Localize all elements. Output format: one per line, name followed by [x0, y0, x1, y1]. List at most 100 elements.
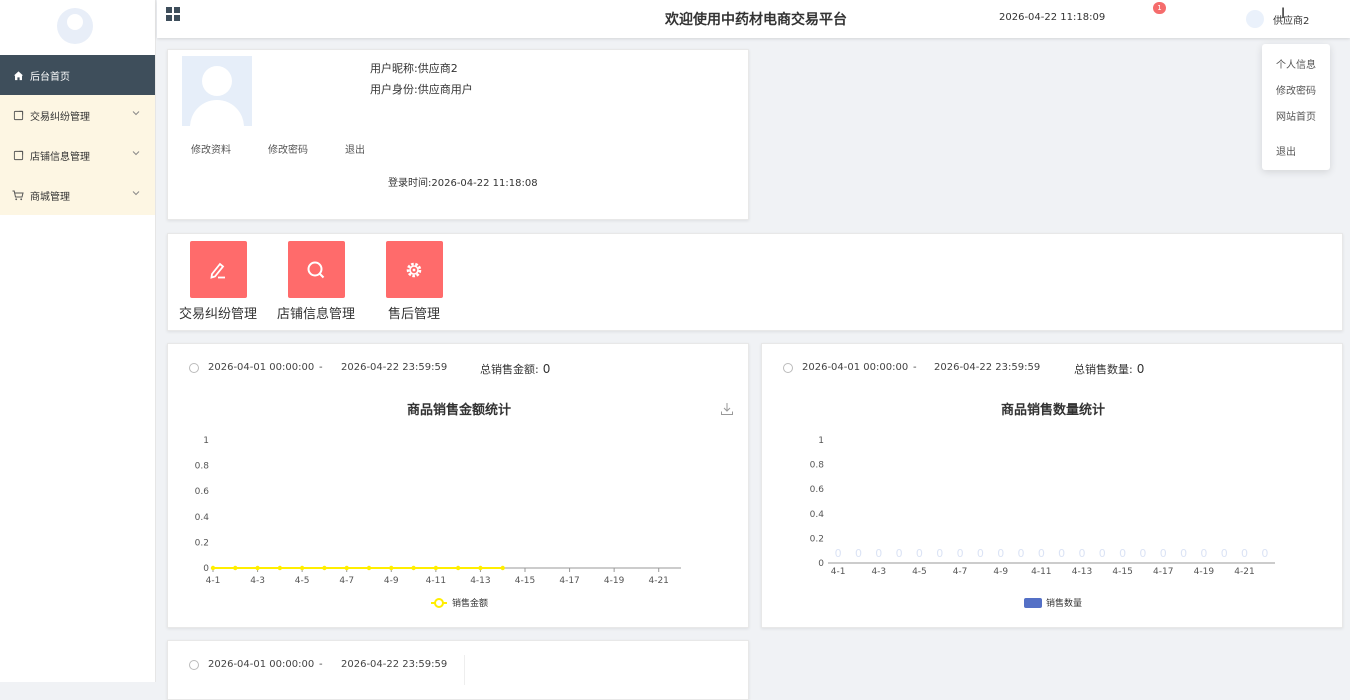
bar-data-label: 0	[835, 547, 842, 560]
x-tick-label: 4-21	[1234, 567, 1254, 577]
data-point	[344, 565, 349, 571]
nickname-value: 供应商2	[417, 62, 458, 75]
data-point	[277, 565, 283, 571]
data-point	[389, 565, 394, 571]
x-tick-label: 4-7	[953, 567, 968, 577]
grid-menu-icon[interactable]	[166, 7, 180, 21]
dropdown-item-logout[interactable]: 退出	[1276, 143, 1296, 158]
sidebar-item-mall[interactable]: 商城管理	[0, 175, 155, 215]
data-point	[478, 565, 483, 571]
edit-profile-link[interactable]: 修改资料	[191, 141, 231, 156]
clock-icon	[189, 660, 199, 670]
date-end-input[interactable]: 2026-04-22 23:59:59	[341, 659, 447, 670]
bar-data-label: 0	[957, 547, 964, 560]
y-tick-label: 0.4	[810, 510, 825, 520]
sidebar-item-shop[interactable]: 店铺信息管理	[0, 135, 155, 175]
x-tick-label: 4-19	[604, 576, 625, 586]
data-point	[455, 565, 461, 571]
sales-amount-chart: 0 0.2 0.4 0.6 0.8 1 4-1 4-3 4-5 4-7 4-9 4-11 4-13 4-1…	[195, 436, 681, 609]
y-tick-label: 0.4	[195, 513, 210, 523]
x-tick-label: 4-19	[1194, 567, 1215, 577]
y-tick-label: 0.6	[195, 487, 210, 497]
data-point	[299, 565, 305, 571]
y-tick-label: 1	[818, 436, 824, 446]
sales-quantity-chart: 0 0.2 0.4 0.6 0.8 1 4-1 4-3 4-5 4-7 4-9 4-11 4-13 4-1…	[810, 436, 1275, 609]
x-tick-label: 4-13	[470, 576, 490, 586]
dropdown-item-profile[interactable]: 个人信息	[1276, 56, 1316, 71]
y-tick-label: 0.8	[810, 461, 825, 471]
legend-bar-marker	[1024, 598, 1042, 608]
bar-data-label: 0	[1119, 547, 1126, 560]
sidebar-item-dispute[interactable]: 交易纠纷管理	[0, 95, 155, 135]
y-tick-label: 0	[203, 564, 209, 574]
date-separator: -	[913, 362, 917, 373]
notification-badge[interactable]: 1	[1153, 2, 1166, 14]
profile-avatar	[182, 56, 252, 126]
header-datetime: 2026-04-22 11:18:09	[999, 12, 1106, 23]
x-tick-label: 4-3	[871, 567, 886, 577]
legend-circle-marker	[434, 598, 444, 608]
date-start-input[interactable]: 2026-04-01 00:00:00	[208, 362, 314, 373]
document-icon	[12, 109, 24, 121]
chevron-down-icon	[132, 111, 140, 116]
login-time: 登录时间:2026-04-22 11:18:08	[388, 174, 538, 189]
quick-link-aftersale[interactable]: 售后管理	[373, 241, 455, 322]
clock-icon	[189, 363, 199, 373]
legend-label: 销售数量	[1046, 597, 1082, 609]
sidebar-item-label: 交易纠纷管理	[30, 111, 90, 123]
total-label: 总销售数量:	[1074, 363, 1133, 376]
bar-data-label: 0	[936, 547, 943, 560]
x-tick-label: 4-3	[250, 576, 265, 586]
total-sales-quantity: 总销售数量: 0	[1074, 361, 1144, 377]
change-password-link[interactable]: 修改密码	[268, 141, 308, 156]
profile-role: 用户身份:供应商用户	[370, 81, 473, 97]
x-tick-label: 4-21	[648, 576, 668, 586]
legend-label: 销售金额	[452, 597, 488, 609]
y-tick-label: 0	[818, 559, 824, 569]
bar-data-label: 0	[1038, 547, 1045, 560]
chevron-down-icon	[132, 191, 140, 196]
third-stats-card: 2026-04-01 00:00:00 - 2026-04-22 23:59:5…	[167, 640, 749, 700]
x-tick-label: 4-5	[295, 576, 310, 586]
text-cursor-icon: I	[1281, 6, 1286, 22]
download-icon[interactable]	[720, 402, 734, 416]
data-point	[500, 565, 505, 571]
data-point	[210, 565, 216, 571]
sidebar-item-home[interactable]: 后台首页	[0, 55, 155, 95]
x-tick-label: 4-15	[515, 576, 535, 586]
login-time-value: 2026-04-22 11:18:08	[431, 178, 538, 189]
bar-data-label: 0	[997, 547, 1004, 560]
clock-icon	[783, 363, 793, 373]
y-tick-label: 0.6	[810, 485, 825, 495]
bar-data-label: 0	[896, 547, 903, 560]
x-tick-label: 4-9	[993, 567, 1008, 577]
search-icon	[287, 241, 345, 298]
edit-icon	[189, 241, 247, 298]
x-tick-label: 4-17	[1153, 567, 1173, 577]
bar-data-label: 0	[855, 547, 862, 560]
date-start-input[interactable]: 2026-04-01 00:00:00	[208, 659, 314, 670]
sidebar-item-label: 店铺信息管理	[30, 151, 90, 163]
quick-links-card: 交易纠纷管理 店铺信息管理 售后管理	[167, 233, 1343, 331]
divider	[464, 655, 465, 685]
chart-title: 商品销售金额统计	[407, 403, 512, 418]
x-tick-label: 4-1	[206, 576, 221, 586]
user-dropdown-menu: 个人信息 修改密码 网站首页 退出	[1262, 44, 1330, 170]
user-name[interactable]: 供应商2	[1273, 12, 1309, 27]
bar-data-label: 0	[1058, 547, 1065, 560]
quick-link-dispute[interactable]: 交易纠纷管理	[177, 241, 259, 322]
dropdown-item-homepage[interactable]: 网站首页	[1276, 108, 1316, 123]
logout-link[interactable]: 退出	[345, 141, 365, 156]
dropdown-item-password[interactable]: 修改密码	[1276, 82, 1316, 97]
quick-link-shop[interactable]: 店铺信息管理	[275, 241, 357, 322]
y-tick-label: 0.8	[195, 462, 210, 472]
bar-data-label: 0	[875, 547, 882, 560]
chevron-down-icon	[132, 151, 140, 156]
bar-data-label: 0	[1160, 547, 1167, 560]
date-end-input[interactable]: 2026-04-22 23:59:59	[934, 362, 1040, 373]
bar-data-label: 0	[977, 547, 984, 560]
user-avatar[interactable]	[1246, 10, 1264, 28]
date-end-input[interactable]: 2026-04-22 23:59:59	[341, 362, 447, 373]
date-start-input[interactable]: 2026-04-01 00:00:00	[802, 362, 908, 373]
date-separator: -	[319, 362, 323, 373]
